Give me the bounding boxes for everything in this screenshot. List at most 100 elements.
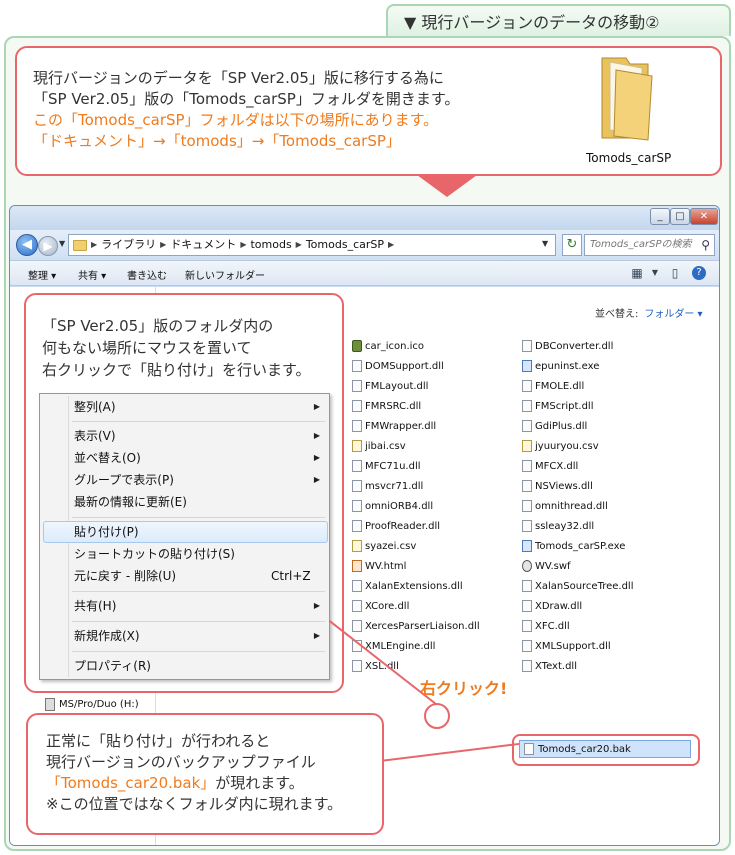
file-name: GdiPlus.dll (535, 420, 588, 432)
maximize-button[interactable]: □ (670, 208, 690, 225)
file-item[interactable]: FMOLE.dll (522, 380, 584, 392)
minimize-button[interactable]: _ (650, 208, 670, 225)
file-item[interactable]: msvcr71.dll (352, 480, 423, 492)
refresh-icon[interactable]: ↻ (562, 234, 582, 256)
dll-file-icon (352, 520, 362, 532)
file-name: MFC71u.dll (365, 460, 421, 472)
address-field[interactable]: ▶ ライブラリ ▶ ドキュメント ▶ tomods ▶ Tomods_carSP… (68, 234, 556, 256)
menu-item-paste-shortcut[interactable]: ショートカットの貼り付け(S) (74, 544, 235, 564)
file-item[interactable]: XFC.dll (522, 620, 570, 632)
file-name: FMOLE.dll (535, 380, 585, 392)
dll-file-icon (352, 400, 362, 412)
dll-file-icon (352, 500, 362, 512)
chevron-right-icon: ▶ (295, 240, 302, 249)
dll-file-icon (522, 500, 532, 512)
chevron-right-icon: ▶ (91, 240, 98, 249)
file-item[interactable]: epuninst.exe (522, 360, 599, 372)
close-button[interactable]: ✕ (690, 208, 718, 225)
preview-pane-icon[interactable]: ▯ (666, 264, 684, 282)
file-item[interactable]: FMScript.dll (522, 400, 593, 412)
callout-line: 正常に「貼り付け」が行われると (46, 732, 271, 750)
file-item[interactable]: XalanSourceTree.dll (522, 580, 634, 592)
file-item[interactable]: syazei.csv (352, 540, 416, 552)
file-item[interactable]: XCore.dll (352, 600, 409, 612)
menu-item-paste[interactable]: 貼り付け(P) (74, 522, 139, 542)
dll-file-icon (522, 340, 532, 352)
file-item[interactable]: DOMSupport.dll (352, 360, 444, 372)
file-item[interactable]: XDraw.dll (522, 600, 582, 612)
csv-file-icon (352, 440, 362, 452)
menu-item-arrange[interactable]: 整列(A) (74, 397, 116, 417)
file-item[interactable]: XalanExtensions.dll (352, 580, 463, 592)
file-item[interactable]: WV.html (352, 560, 406, 572)
file-name: syazei.csv (365, 540, 417, 552)
dll-file-icon (352, 380, 362, 392)
menu-separator (72, 517, 325, 518)
file-name: WV.swf (535, 560, 571, 572)
forward-button[interactable]: ▶ (38, 236, 58, 256)
file-item[interactable]: GdiPlus.dll (522, 420, 587, 432)
address-dropdown-icon[interactable]: ▼ (542, 239, 548, 248)
menu-item-undo[interactable]: 元に戻す - 削除(U) (74, 566, 176, 586)
organize-button[interactable]: 整理 ▾ (28, 267, 56, 282)
file-item[interactable]: FMLayout.dll (352, 380, 428, 392)
file-item[interactable]: car_icon.ico (352, 340, 424, 352)
new-folder-button[interactable]: 新しいフォルダー (185, 267, 265, 282)
click-target-circle (424, 703, 450, 729)
menu-shortcut-undo: Ctrl+Z (271, 569, 311, 583)
menu-separator (72, 591, 325, 592)
drive-icon (45, 698, 55, 711)
menu-item-view[interactable]: 表示(V) (74, 426, 116, 446)
menu-item-sort[interactable]: 並べ替え(O) (74, 448, 141, 468)
share-button[interactable]: 共有 ▾ (78, 267, 106, 282)
file-item[interactable]: XText.dll (522, 660, 577, 672)
file-item[interactable]: ProofReader.dll (352, 520, 440, 532)
menu-item-new[interactable]: 新規作成(X) (74, 626, 140, 646)
file-item[interactable]: omniORB4.dll (352, 500, 433, 512)
menu-item-share[interactable]: 共有(H) (74, 596, 116, 616)
file-item[interactable]: MFC71u.dll (352, 460, 421, 472)
search-input[interactable]: Tomods_carSPの検索 ⚲ (584, 234, 715, 256)
breadcrumb-library[interactable]: ライブラリ (101, 235, 156, 255)
menu-separator (72, 421, 325, 422)
menu-item-refresh[interactable]: 最新の情報に更新(E) (74, 492, 187, 512)
callout-line: 「SP Ver2.05」版の「Tomods_carSP」フォルダを開きます。 (33, 90, 460, 108)
file-item[interactable]: WV.swf (522, 560, 571, 572)
menu-item-properties[interactable]: プロパティ(R) (74, 656, 151, 676)
back-button[interactable]: ◀ (16, 234, 38, 256)
file-item[interactable]: XMLSupport.dll (522, 640, 611, 652)
breadcrumb-tomods[interactable]: tomods (250, 235, 291, 255)
help-icon[interactable]: ? (692, 266, 706, 280)
view-options-icon[interactable]: ▦ (628, 264, 646, 282)
file-item[interactable]: jyuuryou.csv (522, 440, 599, 452)
file-name: ProofReader.dll (365, 520, 441, 532)
callout-line: 現行バージョンのデータを「SP Ver2.05」版に移行する為に (33, 69, 444, 87)
file-item[interactable]: Tomods_carSP.exe (522, 540, 625, 552)
breadcrumb-tomods-carsp[interactable]: Tomods_carSP (306, 235, 384, 255)
file-item[interactable]: DBConverter.dll (522, 340, 613, 352)
breadcrumb-documents[interactable]: ドキュメント (170, 235, 236, 255)
file-item[interactable]: FMWrapper.dll (352, 420, 436, 432)
file-name: jibai.csv (365, 440, 406, 452)
bak-file-item[interactable]: Tomods_car20.bak (519, 740, 691, 758)
file-item[interactable]: omnithread.dll (522, 500, 608, 512)
menu-item-group[interactable]: グループで表示(P) (74, 470, 174, 490)
file-item[interactable]: jibai.csv (352, 440, 406, 452)
swf-file-icon (522, 560, 532, 572)
drive-item[interactable]: MS/Pro/Duo (H:) (45, 698, 139, 711)
chevron-right-icon: ▶ (388, 240, 395, 249)
callout-text: 現行バージョンのデータを「SP Ver2.05」版に移行する為に 「SP Ver… (33, 68, 459, 152)
file-item[interactable]: ssleay32.dll (522, 520, 594, 532)
file-item[interactable]: NSViews.dll (522, 480, 593, 492)
history-dropdown-icon[interactable]: ▼ (59, 239, 65, 248)
burn-button[interactable]: 書き込む (127, 267, 167, 282)
file-item[interactable]: FMRSRC.dll (352, 400, 421, 412)
view-dropdown-icon[interactable]: ▼ (646, 264, 664, 282)
sort-dropdown[interactable]: フォルダー ▾ (644, 309, 702, 320)
chevron-right-icon: ▶ (240, 240, 247, 249)
html-file-icon (352, 560, 362, 572)
search-placeholder: Tomods_carSPの検索 (590, 239, 692, 250)
search-icon[interactable]: ⚲ (701, 235, 710, 255)
file-item[interactable]: MFCX.dll (522, 460, 578, 472)
file-item[interactable]: XercesParserLiaison.dll (352, 620, 480, 632)
